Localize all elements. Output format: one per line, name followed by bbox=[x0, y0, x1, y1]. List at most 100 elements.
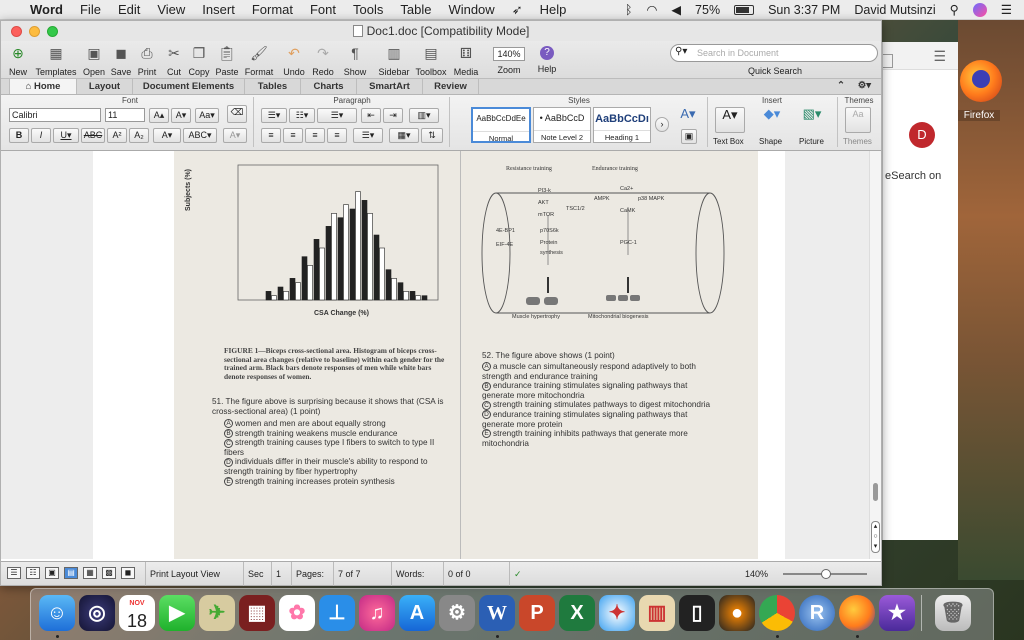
styles-pane-button[interactable]: ▣ bbox=[681, 129, 697, 144]
piano-icon[interactable]: ▯ bbox=[679, 595, 715, 631]
align-center-button[interactable]: ≡ bbox=[283, 128, 303, 143]
shrink-font-button[interactable]: A▾ bbox=[171, 108, 191, 123]
preview-icon[interactable]: ✈ bbox=[199, 595, 235, 631]
safari-icon[interactable]: ✦ bbox=[599, 595, 635, 631]
italic-button[interactable]: I bbox=[31, 128, 51, 143]
templates-button[interactable]: ▦ Templates bbox=[33, 43, 79, 77]
increase-indent-button[interactable]: ⇥ bbox=[383, 108, 403, 123]
columns-button[interactable]: ▥▾ bbox=[409, 108, 439, 123]
menu-file[interactable]: File bbox=[80, 2, 101, 17]
spelling-check-icon[interactable]: ✓ bbox=[509, 562, 533, 586]
zoom-slider-knob[interactable] bbox=[821, 569, 831, 579]
shading-button[interactable]: ▦▾ bbox=[389, 128, 419, 143]
superscript-button[interactable]: A² bbox=[107, 128, 127, 143]
style-note-level-2[interactable]: • AaBbCcD Note Level 2 bbox=[533, 107, 591, 143]
finder-icon[interactable]: ☺ bbox=[39, 595, 75, 631]
bluetooth-icon[interactable]: ᛒ bbox=[625, 3, 633, 17]
text-effects-button[interactable]: A▾ bbox=[223, 128, 247, 143]
underline-button[interactable]: U▾ bbox=[53, 128, 79, 143]
shape-button[interactable]: ◆▾ bbox=[757, 107, 787, 133]
chrome-icon[interactable] bbox=[759, 595, 795, 631]
popcorn-icon[interactable]: ▥ bbox=[639, 595, 675, 631]
cut-button[interactable]: ✂ Cut bbox=[163, 43, 185, 77]
style-normal[interactable]: AaBbCcDdEe Normal bbox=[471, 107, 531, 143]
tab-smartart[interactable]: SmartArt bbox=[357, 79, 423, 94]
q52-option-c[interactable]: Cstrength training stimulates pathways t… bbox=[482, 400, 714, 410]
powerpoint-dock-icon[interactable]: P bbox=[519, 595, 555, 631]
new-button[interactable]: ⊕ New bbox=[6, 43, 30, 77]
siri-dock-icon[interactable]: ◎ bbox=[79, 595, 115, 631]
ribbon-options-gear-icon[interactable]: ⚙▾ bbox=[858, 80, 871, 91]
wifi-icon[interactable]: ◠ bbox=[647, 2, 658, 17]
decrease-indent-button[interactable]: ⇤ bbox=[361, 108, 381, 123]
excel-dock-icon[interactable]: X bbox=[559, 595, 595, 631]
tab-review[interactable]: Review bbox=[423, 79, 479, 94]
tab-document-elements[interactable]: Document Elements bbox=[133, 79, 245, 94]
siri-icon[interactable] bbox=[972, 2, 987, 17]
tab-charts[interactable]: Charts bbox=[301, 79, 357, 94]
document-area[interactable]: Subjects (%) CSA Change (%) FIGURE 1—Bic… bbox=[1, 151, 881, 559]
styles-next-button[interactable]: › bbox=[655, 117, 669, 132]
line-spacing-button[interactable]: ☰▾ bbox=[353, 128, 383, 143]
browse-navigation-control[interactable]: ▴ ○ ▾ bbox=[871, 521, 880, 553]
facetime-icon[interactable]: ▶ bbox=[159, 595, 195, 631]
q51-option-a[interactable]: Awomen and men are about equally strong bbox=[224, 419, 456, 429]
clock[interactable]: Sun 3:37 PM bbox=[768, 3, 840, 17]
zoom-select[interactable]: 140% bbox=[493, 47, 525, 61]
tab-home[interactable]: ⌂ Home bbox=[9, 79, 77, 94]
battery-percent[interactable]: 75% bbox=[695, 3, 720, 17]
highlight-color-button[interactable]: ABC▾ bbox=[183, 128, 217, 143]
picture-button[interactable]: ▧▾ bbox=[797, 107, 827, 133]
script-icon[interactable]: ➶ bbox=[512, 2, 523, 18]
menu-help[interactable]: Help bbox=[540, 2, 567, 17]
hamburger-menu-icon[interactable]: ☰ bbox=[933, 48, 946, 65]
q52-option-d[interactable]: Dendurance training stimulates signaling… bbox=[482, 410, 714, 429]
copy-button[interactable]: ❐ Copy bbox=[186, 43, 212, 77]
q51-option-e[interactable]: Estrength training increases protein syn… bbox=[224, 477, 456, 487]
user-name[interactable]: David Mutsinzi bbox=[854, 3, 935, 17]
outline-view-button[interactable]: ☷ bbox=[26, 567, 40, 579]
bold-button[interactable]: B bbox=[9, 128, 29, 143]
menu-app-word[interactable]: Word bbox=[30, 2, 63, 17]
profile-avatar[interactable]: D bbox=[909, 122, 935, 148]
music-app-icon[interactable]: ● bbox=[719, 595, 755, 631]
text-box-button[interactable]: A▾ bbox=[715, 107, 745, 133]
minimize-window-button[interactable] bbox=[29, 26, 40, 37]
format-painter-button[interactable]: 🖌︎ Format bbox=[242, 43, 276, 77]
text-styles-button[interactable]: A▾ bbox=[677, 107, 699, 125]
font-size-select[interactable]: 11 bbox=[105, 108, 145, 122]
q51-option-d[interactable]: Dindividuals differ in their muscle's ab… bbox=[224, 457, 456, 476]
publishing-view-button[interactable]: ▣ bbox=[45, 567, 59, 579]
strikethrough-button[interactable]: ABC bbox=[81, 128, 105, 143]
firefox-desktop-label[interactable]: Firefox bbox=[958, 110, 1000, 121]
open-button[interactable]: ▣ Open bbox=[81, 43, 107, 77]
clear-formatting-button[interactable]: ⌫ bbox=[227, 105, 247, 123]
firefox-dock-icon[interactable] bbox=[839, 595, 875, 631]
save-button[interactable]: ◼ Save bbox=[109, 43, 133, 77]
spotlight-icon[interactable]: ⚲ bbox=[950, 2, 959, 17]
tab-tables[interactable]: Tables bbox=[245, 79, 301, 94]
firefox-desktop-icon[interactable] bbox=[960, 60, 1002, 102]
menu-insert[interactable]: Insert bbox=[202, 2, 235, 17]
search-document-input[interactable]: Search in Document bbox=[670, 44, 878, 62]
collapse-ribbon-icon[interactable]: ⌃ bbox=[837, 80, 845, 91]
subscript-button[interactable]: A₂ bbox=[129, 128, 149, 143]
itunes-icon[interactable]: ♫ bbox=[359, 595, 395, 631]
app-store-icon[interactable]: A bbox=[399, 595, 435, 631]
align-right-button[interactable]: ≡ bbox=[305, 128, 325, 143]
q52-option-b[interactable]: Bendurance training stimulates signaling… bbox=[482, 381, 714, 400]
battery-icon[interactable] bbox=[734, 4, 755, 15]
scroll-thumb[interactable] bbox=[873, 483, 878, 501]
justify-button[interactable]: ≡ bbox=[327, 128, 347, 143]
font-color-button[interactable]: A▾ bbox=[153, 128, 181, 143]
sort-button[interactable]: ⇅ bbox=[421, 128, 443, 143]
inserted-photo[interactable]: Subjects (%) CSA Change (%) FIGURE 1—Bic… bbox=[174, 151, 758, 559]
background-browser-window[interactable]: ☰ D eSearch on bbox=[882, 42, 958, 540]
calendar-icon[interactable]: NOV 18 bbox=[119, 595, 155, 631]
menu-tools[interactable]: Tools bbox=[353, 2, 383, 17]
notebook-view-button[interactable]: ▦ bbox=[83, 567, 97, 579]
change-case-button[interactable]: Aa▾ bbox=[195, 108, 219, 123]
help-button[interactable]: ? Help bbox=[535, 43, 559, 74]
close-window-button[interactable] bbox=[11, 26, 22, 37]
q51-option-b[interactable]: Bstrength training weakens muscle endura… bbox=[224, 429, 456, 439]
